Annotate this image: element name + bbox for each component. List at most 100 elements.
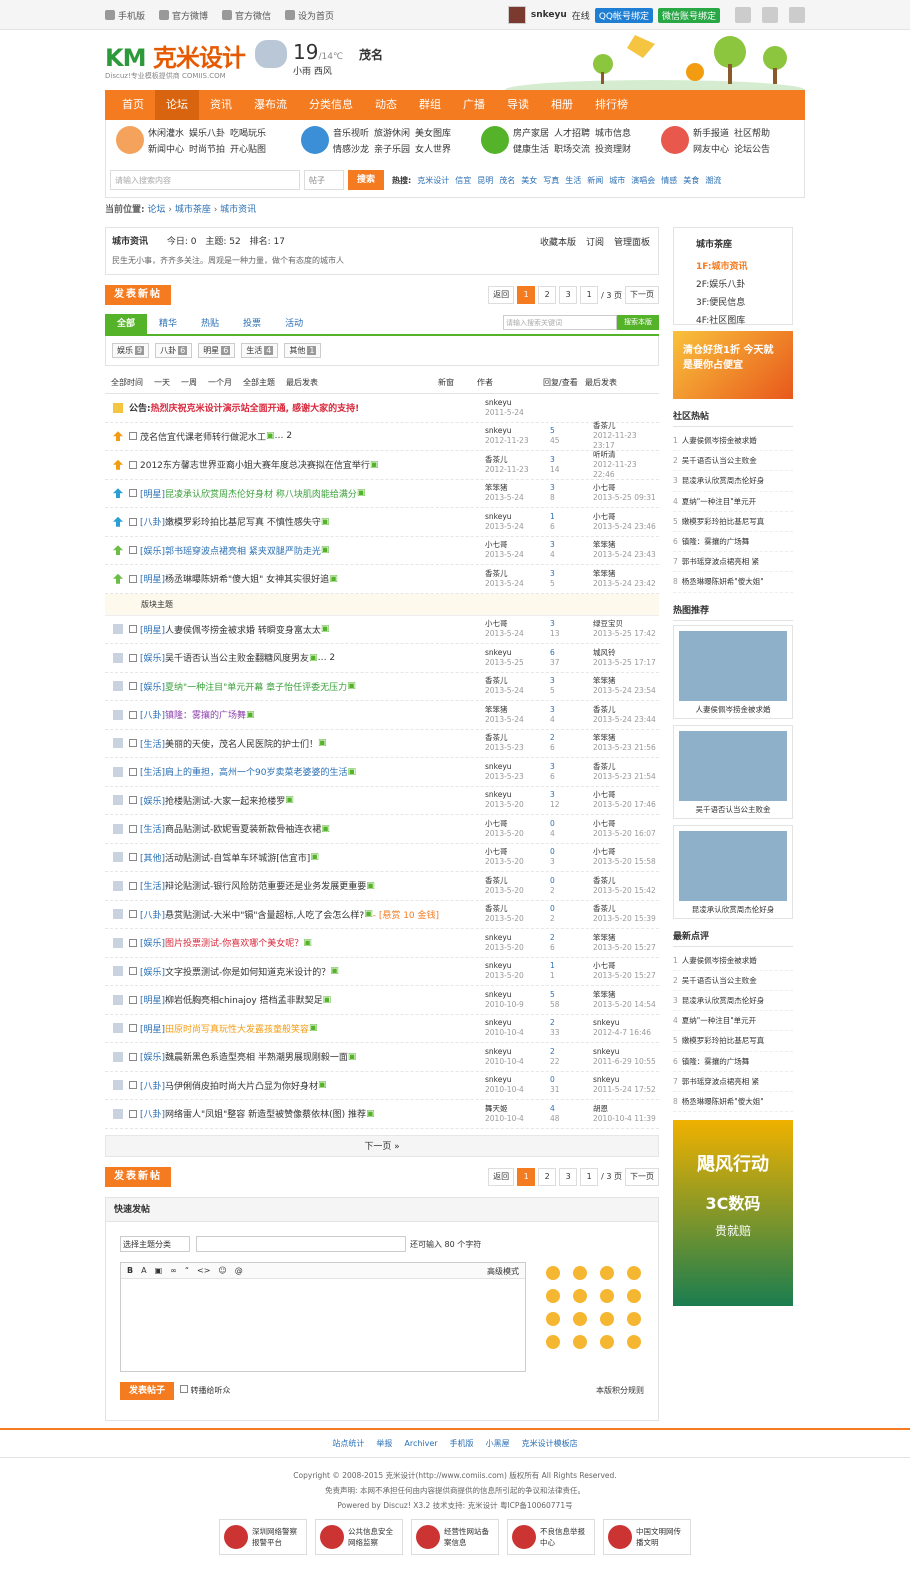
thread-checkbox[interactable] — [129, 1109, 137, 1118]
last-author[interactable]: 香茶儿 — [593, 421, 659, 431]
nav-item[interactable]: 群组 — [408, 90, 452, 120]
item-title[interactable]: 昆凌承认欣赏周杰伦好身 — [682, 476, 765, 485]
hot-search-link[interactable]: 昆明 — [477, 175, 493, 186]
author-name[interactable]: snkeyu — [485, 933, 524, 943]
wechat-bind-button[interactable]: 微信账号绑定 — [657, 7, 720, 23]
admin-panel-link[interactable]: 管理面板 — [614, 235, 650, 248]
crumb-board[interactable]: 城市资讯 — [220, 205, 256, 215]
latest-comment-item[interactable]: 8 杨丞琳曝陈妍希"傻大姐" — [673, 1092, 793, 1113]
thread-checkbox[interactable] — [129, 796, 137, 805]
subnav-link[interactable]: 论坛公告 — [734, 142, 770, 155]
thread-checkbox[interactable] — [129, 1052, 137, 1061]
hot-search-link[interactable]: 信宜 — [455, 175, 471, 186]
emoji-icon[interactable] — [573, 1334, 587, 1349]
thread-type[interactable]: [娱乐] — [140, 544, 165, 557]
subnav-link[interactable]: 人才招聘 — [554, 126, 590, 139]
thread-checkbox[interactable] — [129, 517, 137, 526]
last-author[interactable]: 香茶儿 — [593, 762, 656, 772]
emoji-icon[interactable] — [546, 1311, 560, 1326]
subnav-link[interactable]: 时尚节拍 — [189, 142, 225, 155]
load-next-page[interactable]: 下一页 » — [105, 1134, 659, 1157]
new-post-button[interactable]: 发表新帖 — [105, 285, 171, 305]
board-search-button[interactable]: 搜索本版 — [617, 315, 659, 330]
nav-item[interactable]: 导读 — [496, 90, 540, 120]
author-name[interactable]: 笨笨猪 — [485, 705, 524, 715]
item-title[interactable]: 吴千语否认当公主败金 — [682, 976, 757, 985]
thread-type[interactable]: [明星] — [140, 487, 165, 500]
item-title[interactable]: 镇隆：雾攘的广场舞 — [682, 537, 750, 546]
thread-title[interactable]: 图片投票测试-你喜欢哪个美女呢？ — [165, 936, 303, 949]
footer-badge[interactable]: 中国文明网传播文明 — [603, 1519, 691, 1555]
emoji-icon[interactable] — [627, 1311, 641, 1326]
table-row[interactable]: 2012东方馨志世界亚裔小姐大赛年度总决赛拟在信宜举行 ▣ 香茶儿 2012-11-… — [105, 450, 659, 480]
table-row[interactable]: [娱乐] 吴千语否认当公主败金翻糖风度男友 ▣ … 2 snkeyu 2013-5-2… — [105, 644, 659, 673]
thread-checkbox[interactable] — [129, 546, 137, 555]
emoji-icon[interactable] — [600, 1334, 614, 1349]
nav-item[interactable]: 瀑布流 — [243, 90, 298, 120]
last-author[interactable]: 香茶儿 — [593, 876, 656, 886]
quote-icon[interactable]: “ — [185, 1266, 189, 1275]
table-row[interactable]: [八卦] 马伊俐俏皮拍时尚大片凸显为你好身材 ▣ snkeyu 2010-10-4 0 3… — [105, 1072, 659, 1100]
subnav-link[interactable]: 美女图库 — [415, 126, 451, 139]
tab-1[interactable]: 精华 — [147, 314, 189, 334]
author-name[interactable]: snkeyu — [485, 1018, 524, 1028]
thread-title[interactable]: 肩上的重担，高州一个90岁卖菜老婆婆的生活 — [165, 765, 347, 778]
hot-post-item[interactable]: 2 吴千语否认当公主败金 — [673, 451, 793, 472]
favorite-button[interactable]: 收藏本版 — [540, 235, 576, 248]
page-3[interactable]: 3 — [559, 286, 578, 304]
category-item[interactable]: 4F:社区图库 — [696, 312, 784, 330]
hot-search-link[interactable]: 潮流 — [705, 175, 721, 186]
latest-comment-item[interactable]: 5 嫩模罗彩玲拍比基尼写真 — [673, 1031, 793, 1052]
footer-badge[interactable]: 经营性网站备案信息 — [411, 1519, 499, 1555]
thread-checkbox[interactable] — [129, 710, 137, 719]
hot-search-link[interactable]: 新闻 — [587, 175, 603, 186]
item-title[interactable]: 夏纳"一种注目"单元开 — [682, 1016, 756, 1025]
thread-title[interactable]: 人妻侯佩岑捞金被求婚 转瞬变身富太太 — [165, 623, 321, 636]
footer-link[interactable]: 站点统计 — [332, 1439, 364, 1448]
table-row[interactable]: [生活] 美丽的天使，茂名人民医院的护士们！ ▣ 香茶儿 2013-5-23 2 6 笨笨猪… — [105, 730, 659, 758]
thread-title[interactable]: 郭书瑶穿波点裙亮相 紧夹双腿严防走光 — [165, 544, 321, 557]
last-author[interactable]: 小七哥 — [593, 790, 656, 800]
author-name[interactable]: snkeyu — [485, 1075, 524, 1085]
bold-icon[interactable]: B — [127, 1266, 133, 1275]
subnav-link[interactable]: 网友中心 — [693, 142, 729, 155]
table-row[interactable]: 茂名信宜代课老师转行做泥水工 ▣ … 2 snkeyu 2012-11-23 5 45 香… — [105, 421, 659, 451]
table-row[interactable]: [娱乐] 图片投票测试-你喜欢哪个美女呢？ ▣ snkeyu 2013-5-20 2 6 笨… — [105, 929, 659, 958]
thread-type[interactable]: [生活] — [140, 765, 165, 778]
thread-type[interactable]: [明星] — [140, 1022, 165, 1035]
last-author[interactable]: 小七哥 — [593, 961, 656, 971]
last-author[interactable]: 香茶儿 — [593, 904, 656, 914]
thread-checkbox[interactable] — [129, 625, 137, 634]
author-name[interactable]: 小七哥 — [485, 540, 524, 550]
nav-item[interactable]: 动态 — [364, 90, 408, 120]
sync-checkbox[interactable] — [180, 1384, 188, 1393]
subnav-link[interactable]: 新闻中心 — [148, 142, 184, 155]
thread-title[interactable]: 吴千语否认当公主败金翻糖风度男友 — [165, 651, 309, 664]
type-filter[interactable]: 明星 6 — [198, 343, 236, 358]
subnav-link[interactable]: 休闲灌水 — [148, 126, 184, 139]
thread-checkbox[interactable] — [129, 881, 137, 890]
table-row[interactable]: [生活] 辩论贴测试-银行风险防范重要还是业务发展更重要 ▣ 香茶儿 2013-5-2… — [105, 872, 659, 901]
submit-post-button[interactable]: 发表帖子 — [120, 1381, 174, 1400]
page-input[interactable]: 1 — [580, 286, 599, 304]
site-logo[interactable]: KM 克米设计 Discuz!专业模板提供商 COMIIS.COM — [105, 38, 246, 81]
footer-link[interactable]: Archiver — [404, 1439, 437, 1448]
tab-3[interactable]: 投票 — [231, 314, 273, 334]
rss-icon[interactable] — [789, 7, 805, 23]
subnav-link[interactable]: 职场交流 — [554, 142, 590, 155]
author-name[interactable]: snkeyu — [485, 762, 524, 772]
back-button[interactable]: 返回 — [488, 286, 515, 304]
author-name[interactable]: 小七哥 — [485, 847, 524, 857]
thread-title[interactable]: 马伊俐俏皮拍时尚大片凸显为你好身材 — [165, 1079, 318, 1092]
hot-post-item[interactable]: 3 昆凌承认欣赏周杰伦好身 — [673, 471, 793, 492]
thread-title[interactable]: 2012东方馨志世界亚裔小姐大赛年度总决赛拟在信宜举行 — [140, 458, 370, 471]
nav-item[interactable]: 排行榜 — [584, 90, 639, 120]
footer-link[interactable]: 举报 — [376, 1439, 392, 1448]
author-name[interactable]: 香茶儿 — [485, 733, 524, 743]
filter-item[interactable]: 最后发表 — [286, 377, 318, 388]
item-title[interactable]: 人妻侯佩岑捞金被求婚 — [682, 956, 757, 965]
table-row[interactable]: [娱乐] 郭书瑶穿波点裙亮相 紧夹双腿严防走光 ▣ 小七哥 2013-5-24 3 4 笨笨… — [105, 537, 659, 565]
thread-type[interactable]: [生活] — [140, 879, 165, 892]
author-name[interactable]: 香茶儿 — [485, 676, 524, 686]
thread-title[interactable]: 夏纳"一种注目"单元开幕 章子怡任评委无压力 — [165, 680, 347, 693]
